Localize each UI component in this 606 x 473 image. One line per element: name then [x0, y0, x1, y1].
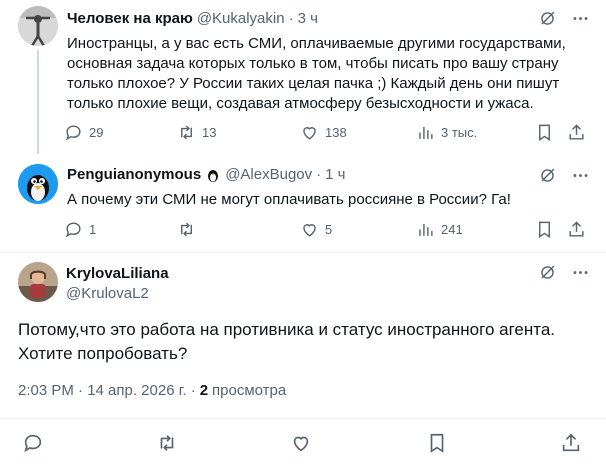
- bookmark-button[interactable]: [535, 220, 554, 239]
- tweet-top-icons: [538, 263, 590, 287]
- share-icon: [569, 124, 584, 140]
- reply-icon: [24, 434, 42, 453]
- views-count: 241: [441, 222, 463, 237]
- tweet-text: А почему эти СМИ не могут оплачивать рос…: [67, 191, 511, 208]
- reply-count: 1: [89, 222, 97, 237]
- grok-icon[interactable]: [538, 166, 557, 190]
- grok-icon[interactable]: [538, 263, 557, 287]
- main-tweet-actions: [0, 432, 606, 456]
- divider: [0, 418, 606, 419]
- penguin-emoji-icon: [205, 167, 221, 183]
- views-icon: [419, 223, 433, 236]
- tweet-1[interactable]: Человек на краю @Kukalyakin · 3 ч Иностр…: [0, 0, 606, 154]
- tweet-top-icons: [538, 166, 590, 190]
- divider: [0, 252, 606, 253]
- author-name[interactable]: Человек на краю: [67, 10, 193, 27]
- retweet-icon: [181, 125, 192, 140]
- thread-line: [37, 50, 39, 154]
- tweet-2[interactable]: Penguianonymous @AlexBugov · 1 ч А почем…: [0, 152, 606, 252]
- retweet-button[interactable]: 13: [177, 123, 216, 142]
- heart-icon: [293, 436, 309, 452]
- tweet-meta: 2:03 PM · 14 апр. 2026 г. · 2 просмотра: [18, 382, 286, 399]
- tweet-actions: 1 5 241: [64, 220, 584, 242]
- author-handle[interactable]: @AlexBugov: [225, 166, 312, 183]
- bookmark-icon: [539, 221, 550, 238]
- retweet-count: 13: [202, 125, 217, 140]
- heart-icon: [303, 127, 316, 140]
- author-name[interactable]: Penguianonymous: [67, 166, 201, 183]
- tweet-actions: 29 13 138 3 тыс.: [64, 123, 584, 145]
- timestamp[interactable]: 2:03 PM · 14 апр. 2026 г. ·: [18, 382, 196, 399]
- bookmark-icon: [430, 433, 444, 453]
- heart-icon: [303, 224, 316, 237]
- like-button[interactable]: 5: [300, 220, 332, 239]
- views-button[interactable]: 241: [416, 220, 463, 239]
- bookmark-button[interactable]: [426, 432, 448, 459]
- bookmark-icon: [539, 124, 550, 141]
- reply-button[interactable]: 1: [64, 220, 96, 239]
- bookmark-button[interactable]: [535, 123, 554, 142]
- author-handle[interactable]: @Kukalyakin: [197, 10, 285, 27]
- retweet-icon: [160, 435, 174, 451]
- main-tweet-text: Потому,что это работа на противника и ст…: [18, 320, 556, 363]
- avatar[interactable]: [18, 6, 58, 46]
- retweet-icon: [181, 222, 192, 237]
- share-icon: [562, 433, 580, 452]
- retweet-button[interactable]: [177, 220, 202, 239]
- views-icon: [419, 126, 433, 139]
- avatar[interactable]: [18, 262, 58, 302]
- views-button[interactable]: 3 тыс.: [416, 123, 477, 142]
- avatar[interactable]: [18, 164, 58, 204]
- tweet-top-icons: [538, 9, 590, 33]
- avatar-image: [18, 6, 58, 46]
- grok-icon[interactable]: [538, 9, 557, 33]
- like-count: 138: [325, 125, 347, 140]
- views-count: 2: [199, 382, 209, 399]
- like-count: 5: [325, 222, 333, 237]
- author-handle[interactable]: @KrulovaL2: [66, 285, 149, 302]
- reply-icon: [65, 222, 81, 238]
- views-count: 3 тыс.: [441, 125, 478, 140]
- separator-dot: ·: [316, 166, 322, 183]
- tweet-header: Человек на краю @Kukalyakin · 3 ч: [67, 10, 318, 27]
- tweet-header: Penguianonymous @AlexBugov · 1 ч: [67, 166, 345, 183]
- reply-button[interactable]: 29: [64, 123, 103, 142]
- share-button[interactable]: [567, 123, 586, 142]
- more-icon[interactable]: [571, 263, 590, 287]
- more-icon[interactable]: [571, 9, 590, 33]
- reply-icon: [65, 125, 81, 141]
- author-name[interactable]: KrylovaLiliana: [66, 265, 169, 282]
- tweet-time[interactable]: 1 ч: [325, 166, 345, 183]
- share-button[interactable]: [560, 432, 582, 459]
- photo-avatar-image: [18, 262, 58, 302]
- like-button[interactable]: 138: [300, 123, 347, 142]
- like-button[interactable]: [290, 432, 312, 459]
- share-icon: [569, 221, 584, 237]
- tweet-text: Иностранцы, а у вас есть СМИ, оплачиваем…: [67, 35, 566, 112]
- penguin-avatar-image: [18, 164, 58, 204]
- views-label: просмотра: [212, 382, 287, 399]
- separator-dot: ·: [288, 10, 294, 27]
- retweet-button[interactable]: [156, 432, 178, 459]
- reply-count: 29: [89, 125, 104, 140]
- share-button[interactable]: [567, 220, 586, 239]
- more-icon[interactable]: [571, 166, 590, 190]
- tweet-time[interactable]: 3 ч: [298, 10, 318, 27]
- reply-button[interactable]: [22, 432, 44, 459]
